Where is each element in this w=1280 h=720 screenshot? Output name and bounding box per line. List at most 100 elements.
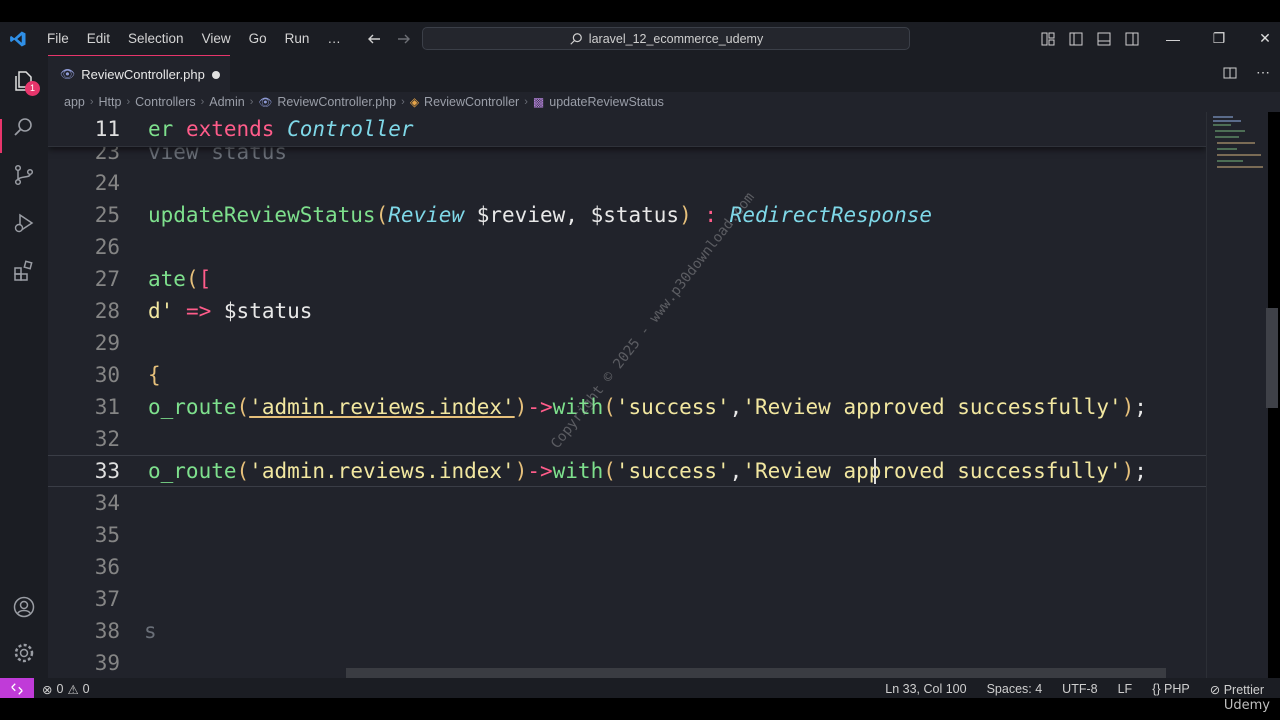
manage-gear-icon[interactable] (12, 641, 36, 665)
end-of-line[interactable]: LF (1118, 682, 1133, 696)
php-file-icon: 👁 (60, 67, 76, 81)
line-number: 34 (94, 491, 120, 515)
restore-icon[interactable]: ❐ (1196, 30, 1242, 47)
editor-tabs: 👁 ReviewController.php ⋯ (48, 55, 1280, 92)
active-indicator (0, 119, 2, 153)
code-line: 25 updateReviewStatus(Review $review, $s… (48, 199, 1206, 231)
code-line: 26 (48, 231, 1206, 263)
line-number: 33 (94, 459, 120, 483)
code-line: 28 d' => $status (48, 295, 1206, 327)
crumb-controllers[interactable]: Controllers (135, 95, 195, 109)
language-mode[interactable]: {} PHP (1152, 682, 1190, 696)
activity-bar: 1 (0, 55, 48, 678)
line-text: er extends Controller (148, 117, 414, 141)
customize-layout-icon[interactable] (1040, 31, 1056, 47)
source-control-icon[interactable] (12, 163, 36, 187)
minimap[interactable] (1206, 112, 1268, 678)
menu-run[interactable]: Run (276, 22, 319, 55)
toggle-primary-sidebar-icon[interactable] (1068, 31, 1084, 47)
toggle-secondary-sidebar-icon[interactable] (1124, 31, 1140, 47)
crumb-file[interactable]: ReviewController.php (277, 95, 396, 109)
line-number: 29 (94, 331, 120, 355)
search-icon (570, 32, 582, 45)
search-sidebar-icon[interactable] (12, 115, 36, 139)
crumb-admin[interactable]: Admin (209, 95, 244, 109)
line-number: 38 (94, 619, 120, 643)
udemy-watermark: Udemy (1223, 698, 1270, 713)
code-line: 36 (48, 551, 1206, 583)
minimap-line (1215, 136, 1239, 138)
crumb-method[interactable]: updateReviewStatus (549, 95, 664, 109)
chevron-right-icon: › (126, 96, 131, 108)
close-icon[interactable]: ✕ (1242, 30, 1280, 47)
menu-edit[interactable]: Edit (78, 22, 119, 55)
chevron-right-icon: › (401, 96, 405, 108)
status-right: Ln 33, Col 100 Spaces: 4 UTF-8 LF {} PHP… (885, 678, 1264, 700)
prettier-status[interactable]: ⊘ Prettier (1210, 682, 1264, 697)
command-center-search[interactable]: laravel_12_ecommerce_udemy (422, 27, 910, 50)
problems-indicator[interactable]: ⊗ 0 ⚠ 0 (42, 682, 90, 697)
accounts-icon[interactable] (12, 595, 36, 619)
warning-count: 0 (82, 682, 90, 696)
minimap-line (1215, 130, 1245, 132)
breadcrumb: app › Http › Controllers › Admin › 👁 Rev… (48, 92, 1280, 112)
forward-arrow-icon[interactable] (396, 31, 412, 47)
crumb-class[interactable]: ReviewController (424, 95, 519, 109)
layout-controls (1040, 22, 1140, 55)
unsaved-dot-icon[interactable] (212, 71, 220, 79)
chevron-right-icon: › (200, 96, 205, 108)
split-editor-icon[interactable] (1222, 65, 1238, 81)
vertical-scrollbar[interactable] (1266, 308, 1278, 408)
code-editor[interactable]: 11 er extends Controller 23 view status … (48, 112, 1206, 678)
tab-label: ReviewController.php (81, 66, 205, 82)
remote-indicator-icon[interactable] (0, 678, 34, 700)
crumb-app[interactable]: app (64, 95, 85, 109)
menu-file[interactable]: File (38, 22, 78, 55)
extensions-icon[interactable] (12, 259, 36, 283)
line-text: d' => $status (148, 299, 313, 323)
minimize-icon[interactable]: — (1150, 31, 1196, 47)
code-line: 31 o_route('admin.reviews.index')->with(… (48, 391, 1206, 423)
braces-icon: {} (1152, 682, 1161, 696)
menu-more[interactable]: … (318, 22, 350, 55)
class-symbol-icon: ◈ (409, 95, 420, 109)
line-number: 30 (94, 363, 120, 387)
toggle-panel-icon[interactable] (1096, 31, 1112, 47)
menu-view[interactable]: View (193, 22, 240, 55)
tab-actions: ⋯ (1222, 65, 1270, 81)
line-number: 35 (94, 523, 120, 547)
menu-selection[interactable]: Selection (119, 22, 193, 55)
minimap-line (1213, 124, 1231, 126)
code-line: 34 (48, 487, 1206, 519)
formatter-label: Prettier (1223, 682, 1264, 697)
sticky-scroll-header[interactable]: 11 er extends Controller (48, 112, 1206, 147)
status-bar: ⊗ 0 ⚠ 0 Ln 33, Col 100 Spaces: 4 UTF-8 L… (0, 678, 1280, 700)
php-file-icon: 👁 (258, 96, 273, 109)
minimap-line (1217, 154, 1261, 156)
cursor-position[interactable]: Ln 33, Col 100 (885, 682, 966, 696)
more-actions-icon[interactable]: ⋯ (1256, 65, 1270, 81)
line-number: 39 (94, 651, 120, 675)
code-line: 37 (48, 583, 1206, 615)
code-line: 24 (48, 167, 1206, 199)
warning-icon: ⚠ (67, 682, 79, 697)
nav-arrows (366, 22, 412, 55)
code-line: 11 er extends Controller (48, 113, 1206, 145)
minimap-line (1217, 148, 1237, 150)
error-icon: ⊗ (42, 682, 53, 697)
chevron-right-icon: › (249, 96, 254, 108)
line-number: 25 (94, 203, 120, 227)
crumb-http[interactable]: Http (99, 95, 122, 109)
code-line: 32 (48, 423, 1206, 455)
code-line: 35 (48, 519, 1206, 551)
error-count: 0 (56, 682, 64, 696)
back-arrow-icon[interactable] (366, 31, 382, 47)
menu-go[interactable]: Go (240, 22, 276, 55)
encoding[interactable]: UTF-8 (1062, 682, 1097, 696)
code-line: 38 s (48, 615, 1206, 647)
indentation[interactable]: Spaces: 4 (987, 682, 1043, 696)
run-debug-icon[interactable] (12, 211, 36, 235)
code-line: 27 ate([ (48, 263, 1206, 295)
tab-review-controller[interactable]: 👁 ReviewController.php (48, 55, 230, 92)
horizontal-scrollbar[interactable] (346, 668, 1166, 678)
